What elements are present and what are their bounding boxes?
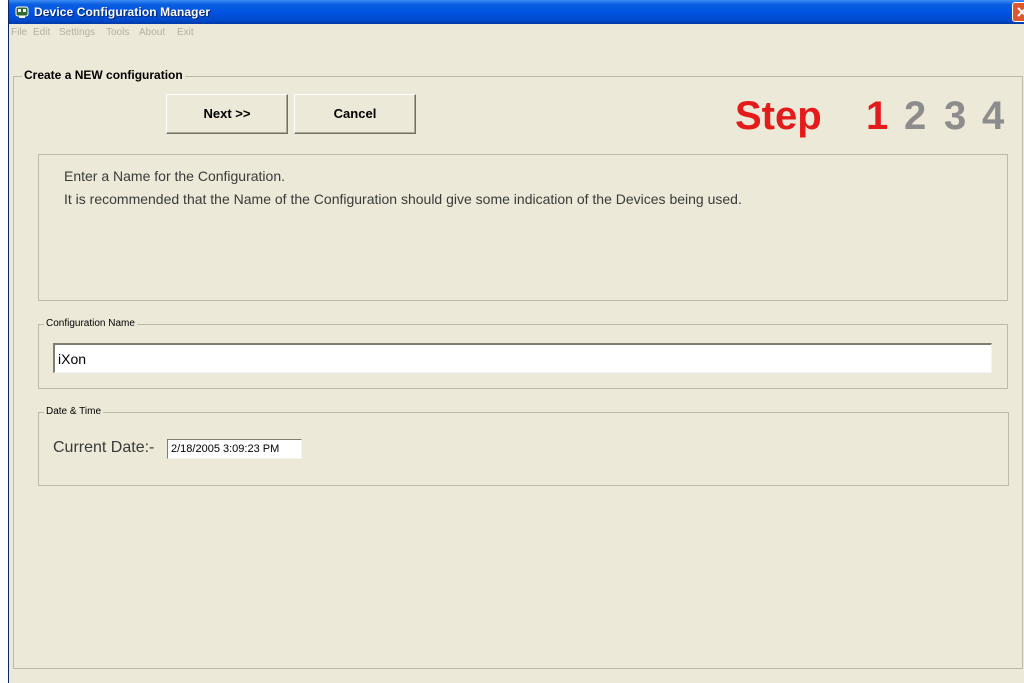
menu-edit[interactable]: Edit [33, 27, 50, 38]
menu-file[interactable]: File [11, 27, 27, 38]
instruction-line-1: Enter a Name for the Configuration. [64, 168, 286, 184]
create-config-legend: Create a NEW configuration [22, 68, 185, 82]
date-time-legend: Date & Time [44, 406, 104, 417]
step-2-indicator: 2 [904, 94, 927, 138]
cancel-button[interactable]: Cancel [294, 94, 416, 134]
menu-bar: File Edit Settings Tools About Exit [9, 24, 1024, 42]
menu-tools[interactable]: Tools [106, 27, 129, 38]
app-icon [15, 6, 29, 18]
configuration-name-input[interactable] [53, 343, 992, 373]
instruction-line-2: It is recommended that the Name of the C… [64, 191, 742, 207]
step-1-indicator: 1 [866, 94, 889, 138]
menu-exit[interactable]: Exit [177, 27, 194, 38]
close-button[interactable] [1012, 2, 1024, 22]
step-3-indicator: 3 [944, 94, 967, 138]
close-icon [1017, 7, 1024, 17]
current-date-label: Current Date:- [53, 439, 155, 456]
step-label: Step [735, 94, 822, 138]
step-4-indicator: 4 [982, 94, 1005, 138]
app-window: Device Configuration Manager File Edit S… [8, 0, 1024, 683]
window-title: Device Configuration Manager [34, 5, 211, 19]
title-bar[interactable]: Device Configuration Manager [9, 0, 1024, 24]
configuration-name-legend: Configuration Name [44, 318, 137, 329]
next-button[interactable]: Next >> [166, 94, 288, 134]
menu-about[interactable]: About [139, 27, 165, 38]
menu-settings[interactable]: Settings [59, 27, 95, 38]
current-date-field: 2/18/2005 3:09:23 PM [167, 439, 302, 459]
instructions-panel: Enter a Name for the Configuration. It i… [38, 154, 1008, 301]
